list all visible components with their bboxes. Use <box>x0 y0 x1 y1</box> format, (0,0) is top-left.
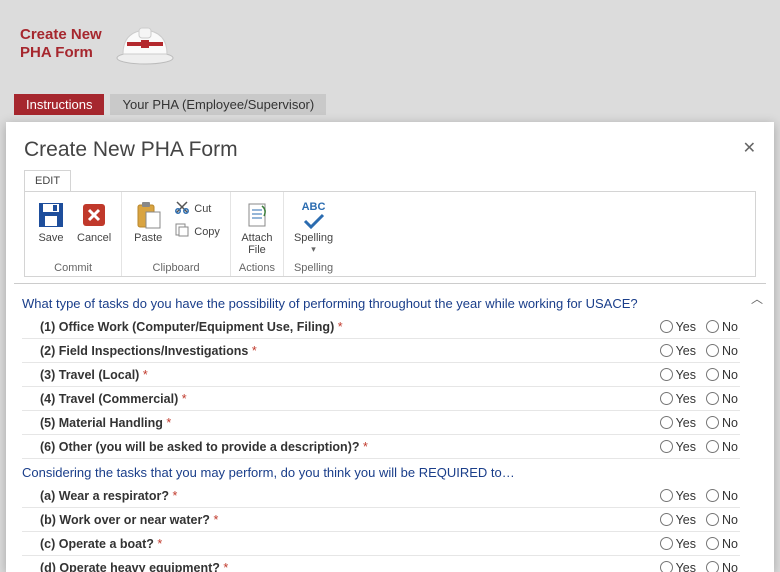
ribbon-group-spelling: ABC Spelling ▾ Spelling <box>284 192 343 276</box>
cut-icon <box>174 199 190 218</box>
ribbon-group-commit: Save Cancel Commit <box>25 192 122 276</box>
cancel-icon <box>79 198 109 232</box>
modal-header: Create New PHA Form ✕ <box>6 122 774 170</box>
radio-no[interactable]: No <box>706 416 738 430</box>
radio-no[interactable]: No <box>706 440 738 454</box>
radio-no[interactable]: No <box>706 368 738 382</box>
group-label-commit: Commit <box>31 260 115 274</box>
group-label-clipboard: Clipboard <box>128 260 224 274</box>
modal-title: Create New PHA Form <box>24 138 238 162</box>
ribbon-tab-edit[interactable]: EDIT <box>24 170 71 191</box>
question-row: (6) Other (you will be asked to provide … <box>22 435 740 459</box>
spelling-button[interactable]: ABC Spelling ▾ <box>290 196 337 257</box>
save-label: Save <box>38 232 63 244</box>
attach-file-label: Attach File <box>241 232 272 256</box>
q-label: (d) Operate heavy equipment? <box>40 561 220 572</box>
copy-button[interactable]: Copy <box>170 221 224 242</box>
form-body: What type of tasks do you have the possi… <box>14 283 766 572</box>
save-button[interactable]: Save <box>31 196 71 246</box>
radio-no[interactable]: No <box>706 392 738 406</box>
app-title-line2: PHA Form <box>20 44 93 61</box>
attach-file-button[interactable]: Attach File <box>237 196 277 258</box>
cut-label: Cut <box>194 203 211 215</box>
cancel-label: Cancel <box>77 232 111 244</box>
form-content: What type of tasks do you have the possi… <box>14 286 748 572</box>
q-label: (c) Operate a boat? <box>40 537 154 551</box>
section-1-heading: What type of tasks do you have the possi… <box>22 290 740 315</box>
radio-yes[interactable]: Yes <box>660 537 696 551</box>
cut-button[interactable]: Cut <box>170 198 224 219</box>
radio-no[interactable]: No <box>706 561 738 572</box>
radio-no[interactable]: No <box>706 537 738 551</box>
question-row: (a) Wear a respirator? * Yes No <box>22 484 740 508</box>
q-label: (4) Travel (Commercial) <box>40 392 178 406</box>
spelling-label: Spelling <box>294 232 333 244</box>
modal-dialog: Create New PHA Form ✕ EDIT Save <box>6 122 774 572</box>
attach-file-icon <box>244 198 270 232</box>
group-label-actions: Actions <box>237 260 277 274</box>
radio-yes[interactable]: Yes <box>660 440 696 454</box>
paste-icon <box>134 198 162 232</box>
radio-no[interactable]: No <box>706 320 738 334</box>
question-row: (c) Operate a boat? * Yes No <box>22 532 740 556</box>
dropdown-caret-icon: ▾ <box>311 244 316 255</box>
copy-icon <box>174 222 190 241</box>
background-header: Create New PHA Form <box>0 0 780 100</box>
question-row: (3) Travel (Local) * Yes No <box>22 363 740 387</box>
q-label: (a) Wear a respirator? <box>40 489 169 503</box>
q-label: (3) Travel (Local) <box>40 368 139 382</box>
required-mark: * <box>338 320 343 334</box>
section-2-heading: Considering the tasks that you may perfo… <box>22 459 740 484</box>
radio-yes[interactable]: Yes <box>660 344 696 358</box>
question-row: (2) Field Inspections/Investigations * Y… <box>22 339 740 363</box>
save-icon <box>36 198 66 232</box>
q-label: (1) Office Work (Computer/Equipment Use,… <box>40 320 334 334</box>
radio-no[interactable]: No <box>706 344 738 358</box>
copy-label: Copy <box>194 226 220 238</box>
radio-yes[interactable]: Yes <box>660 416 696 430</box>
paste-button[interactable]: Paste <box>128 196 168 246</box>
close-icon[interactable]: ✕ <box>743 138 756 158</box>
question-row: (b) Work over or near water? * Yes No <box>22 508 740 532</box>
radio-yes[interactable]: Yes <box>660 489 696 503</box>
spelling-icon: ABC <box>302 198 326 232</box>
question-row: (4) Travel (Commercial) * Yes No <box>22 387 740 411</box>
radio-no[interactable]: No <box>706 489 738 503</box>
radio-yes[interactable]: Yes <box>660 513 696 527</box>
radio-yes[interactable]: Yes <box>660 368 696 382</box>
scroll-up-icon[interactable]: ︿ <box>751 290 763 307</box>
question-row: (1) Office Work (Computer/Equipment Use,… <box>22 315 740 339</box>
q-label: (5) Material Handling <box>40 416 163 430</box>
radio-yes[interactable]: Yes <box>660 561 696 572</box>
app-title: Create New PHA Form <box>20 26 102 62</box>
app-title-line1: Create New <box>20 26 102 43</box>
ribbon-group-actions: Attach File Actions <box>231 192 284 276</box>
radio-yes[interactable]: Yes <box>660 320 696 334</box>
ribbon: EDIT Save Cancel <box>6 170 774 277</box>
q-label: (2) Field Inspections/Investigations <box>40 344 248 358</box>
hardhat-icon <box>113 18 177 69</box>
q-label: (6) Other (you will be asked to provide … <box>40 440 360 454</box>
ribbon-group-clipboard: Paste Cut Copy <box>122 192 231 276</box>
q-label: (b) Work over or near water? <box>40 513 210 527</box>
group-label-spelling: Spelling <box>290 260 337 274</box>
question-row: (d) Operate heavy equipment? * Yes No <box>22 556 740 572</box>
abc-label: ABC <box>302 201 326 213</box>
cancel-button[interactable]: Cancel <box>73 196 115 246</box>
scrollbar[interactable]: ︿ <box>748 286 766 572</box>
radio-no[interactable]: No <box>706 513 738 527</box>
radio-yes[interactable]: Yes <box>660 392 696 406</box>
question-row: (5) Material Handling * Yes No <box>22 411 740 435</box>
paste-label: Paste <box>134 232 162 244</box>
